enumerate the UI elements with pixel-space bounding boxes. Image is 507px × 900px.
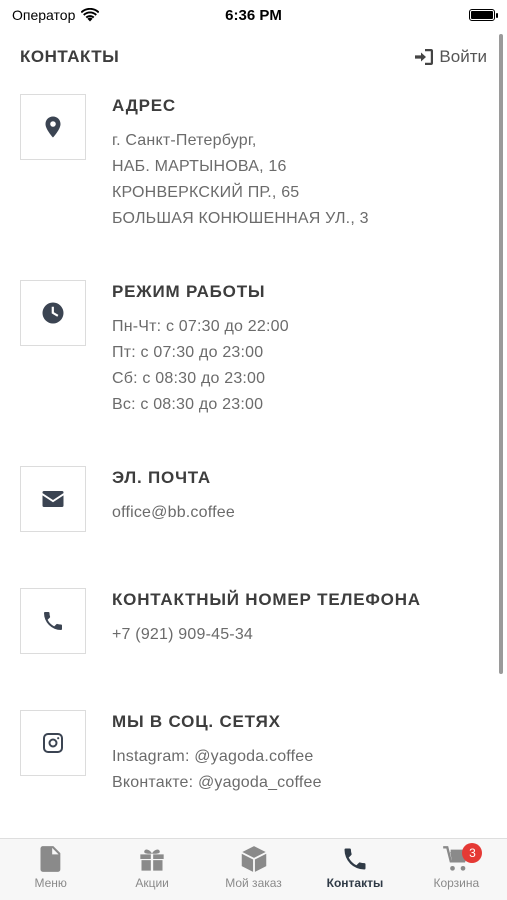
hours-title: РЕЖИМ РАБОТЫ xyxy=(112,282,266,301)
phone-lines: +7 (921) 909-45-34 xyxy=(112,622,421,648)
wifi-icon xyxy=(81,8,100,22)
tab-menu-label: Меню xyxy=(34,876,67,890)
carrier-label: Оператор xyxy=(12,7,76,23)
gift-icon xyxy=(140,849,164,871)
email-lines: office@bb.coffee xyxy=(112,500,235,526)
tab-contacts[interactable]: Контакты xyxy=(304,839,405,900)
address-section: АДРЕС г. Санкт-Петербург, НАБ. МАРТЫНОВА… xyxy=(20,94,477,232)
tab-contacts-label: Контакты xyxy=(326,876,384,890)
email-section: ЭЛ. ПОЧТА office@bb.coffee xyxy=(20,466,477,532)
page-title: КОНТАКТЫ xyxy=(20,47,120,66)
tab-menu[interactable]: Меню xyxy=(0,839,101,900)
address-line: БОЛЬШАЯ КОНЮШЕННАЯ УЛ., 3 xyxy=(112,210,369,227)
instagram-handle[interactable]: Instagram: @yagoda.coffee xyxy=(112,744,322,770)
envelope-icon xyxy=(42,491,64,507)
hours-icon-box xyxy=(20,280,86,346)
phone-title: КОНТАКТНЫЙ НОМЕР ТЕЛЕФОНА xyxy=(112,590,421,609)
tab-promotions-label: Акции xyxy=(135,876,169,890)
address-lines: г. Санкт-Петербург, НАБ. МАРТЫНОВА, 16 К… xyxy=(112,128,369,232)
email-title: ЭЛ. ПОЧТА xyxy=(112,468,211,487)
address-title: АДРЕС xyxy=(112,96,176,115)
tab-promotions[interactable]: Акции xyxy=(101,839,202,900)
login-button[interactable]: Войти xyxy=(415,47,487,67)
hours-line: Вс: с 08:30 до 23:00 xyxy=(112,396,264,413)
phone-body: КОНТАКТНЫЙ НОМЕР ТЕЛЕФОНА +7 (921) 909-4… xyxy=(112,588,421,654)
scrollbar[interactable] xyxy=(499,34,503,674)
battery-icon xyxy=(469,9,498,21)
email-icon-box xyxy=(20,466,86,532)
hours-section: РЕЖИМ РАБОТЫ Пн-Чт: с 07:30 до 22:00 Пт:… xyxy=(20,280,477,418)
social-title: МЫ В СОЦ. СЕТЯХ xyxy=(112,712,281,731)
box-icon xyxy=(241,846,266,872)
hours-lines: Пн-Чт: с 07:30 до 22:00 Пт: с 07:30 до 2… xyxy=(112,314,289,418)
phone-icon xyxy=(44,612,62,630)
address-line: г. Санкт-Петербург, xyxy=(112,132,257,149)
address-icon-box xyxy=(20,94,86,160)
hours-body: РЕЖИМ РАБОТЫ Пн-Чт: с 07:30 до 22:00 Пт:… xyxy=(112,280,289,418)
vkontakte-handle[interactable]: Вконтакте: @yagoda_coffee xyxy=(112,770,322,796)
address-body: АДРЕС г. Санкт-Петербург, НАБ. МАРТЫНОВА… xyxy=(112,94,369,232)
social-body: МЫ В СОЦ. СЕТЯХ Instagram: @yagoda.coffe… xyxy=(112,710,322,796)
phone-icon-box xyxy=(20,588,86,654)
cart-badge: 3 xyxy=(462,843,483,863)
phone-section: КОНТАКТНЫЙ НОМЕР ТЕЛЕФОНА +7 (921) 909-4… xyxy=(20,588,477,654)
tab-my-order[interactable]: Мой заказ xyxy=(203,839,304,900)
header: КОНТАКТЫ Войти xyxy=(20,44,487,70)
tab-my-order-label: Мой заказ xyxy=(225,876,282,890)
status-bar: Оператор 6:36 PM xyxy=(0,0,507,30)
address-line: КРОНВЕРКСКИЙ ПР., 65 xyxy=(112,184,300,201)
clock-icon xyxy=(42,302,64,324)
location-pin-icon xyxy=(45,116,61,138)
hours-line: Пн-Чт: с 07:30 до 22:00 xyxy=(112,318,289,335)
address-line: НАБ. МАРТЫНОВА, 16 xyxy=(112,158,287,175)
email-body: ЭЛ. ПОЧТА office@bb.coffee xyxy=(112,466,235,532)
tab-cart[interactable]: 3 Корзина xyxy=(406,839,507,900)
status-left: Оператор xyxy=(12,7,100,23)
social-section: МЫ В СОЦ. СЕТЯХ Instagram: @yagoda.coffe… xyxy=(20,710,477,796)
login-icon xyxy=(415,49,434,65)
document-icon xyxy=(40,846,61,872)
tab-cart-label: Корзина xyxy=(433,876,480,890)
phone-number[interactable]: +7 (921) 909-45-34 xyxy=(112,622,421,648)
hours-line: Сб: с 08:30 до 23:00 xyxy=(112,370,266,387)
social-icon-box xyxy=(20,710,86,776)
email-address[interactable]: office@bb.coffee xyxy=(112,500,235,526)
phone-icon xyxy=(344,848,366,870)
instagram-icon xyxy=(43,733,63,753)
social-lines: Instagram: @yagoda.coffee Вконтакте: @ya… xyxy=(112,744,322,796)
login-label: Войти xyxy=(439,47,487,66)
hours-line: Пт: с 07:30 до 23:00 xyxy=(112,344,264,361)
tab-bar: Меню Акции Мой заказ Контакты 3 Корзина xyxy=(0,838,507,900)
